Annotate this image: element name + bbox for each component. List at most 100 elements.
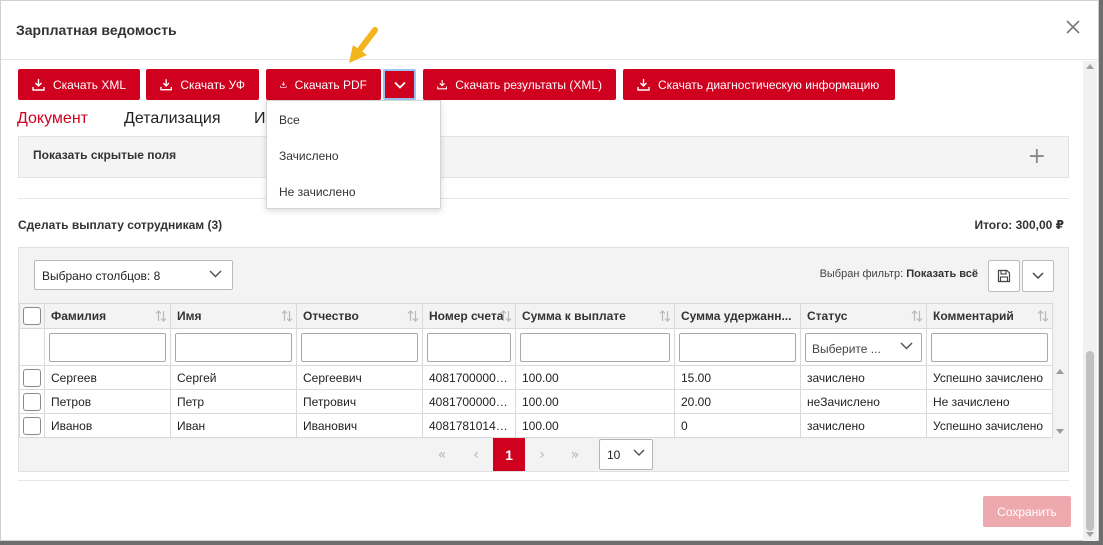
column-label: Имя bbox=[177, 309, 202, 323]
column-header-firstname[interactable]: Имя bbox=[170, 303, 297, 329]
download-results-button[interactable]: Скачать результаты (XML) bbox=[423, 69, 616, 100]
scrollbar-thumb[interactable] bbox=[1086, 351, 1094, 531]
table-cell: Сергей bbox=[170, 365, 297, 390]
column-label: Комментарий bbox=[933, 309, 1014, 323]
column-header-withheld[interactable]: Сумма удержанн... bbox=[674, 303, 801, 329]
next-page-button[interactable]: › bbox=[526, 438, 558, 471]
download-xml-button[interactable]: Скачать XML bbox=[18, 69, 140, 100]
column-label: Фамилия bbox=[51, 309, 107, 323]
table-cell: зачислено bbox=[800, 413, 927, 438]
table-cell: 0 bbox=[674, 413, 801, 438]
patronymic-filter-input[interactable] bbox=[301, 332, 418, 362]
account-filter-input[interactable] bbox=[427, 332, 511, 362]
column-header-lastname[interactable]: Фамилия bbox=[44, 303, 171, 329]
payment-title: Сделать выплату сотрудникам (3) bbox=[18, 218, 223, 232]
grid-scrollbar[interactable] bbox=[1053, 365, 1067, 437]
dialog-header: Зарплатная ведомость bbox=[1, 1, 1098, 60]
column-header-account[interactable]: Номер счета bbox=[422, 303, 516, 329]
table-cell: 20.00 bbox=[674, 389, 801, 414]
close-icon[interactable] bbox=[1064, 18, 1082, 36]
sort-icon[interactable] bbox=[659, 309, 671, 323]
row-checkbox[interactable] bbox=[23, 392, 41, 411]
row-checkbox[interactable] bbox=[23, 416, 41, 435]
table-cell: 40817810140... bbox=[422, 413, 516, 438]
filter-menu-button[interactable] bbox=[1022, 260, 1054, 292]
status-filter-select[interactable]: Выберите ... bbox=[805, 332, 922, 362]
last-page-button[interactable]: » bbox=[559, 438, 591, 471]
save-button[interactable]: Сохранить bbox=[983, 496, 1071, 527]
dialog-scrollbar[interactable] bbox=[1083, 61, 1097, 541]
scroll-down-icon[interactable] bbox=[1086, 532, 1094, 537]
menu-item-credited[interactable]: Зачислено bbox=[279, 149, 339, 163]
tab-document[interactable]: Документ bbox=[17, 110, 88, 128]
sort-icon[interactable] bbox=[1037, 309, 1049, 323]
download-diag-button[interactable]: Скачать диагностическую информацию bbox=[623, 69, 895, 100]
dialog-title: Зарплатная ведомость bbox=[16, 22, 177, 38]
select-all-cell bbox=[19, 303, 45, 329]
row-checkbox[interactable] bbox=[23, 368, 41, 387]
menu-item-not-credited[interactable]: Не зачислено bbox=[279, 185, 356, 199]
filter-cell bbox=[926, 328, 1053, 366]
download-pdf-label: Скачать PDF bbox=[294, 77, 367, 92]
scroll-up-icon[interactable] bbox=[1056, 369, 1064, 374]
select-all-checkbox[interactable] bbox=[23, 307, 41, 325]
pdf-options-toggle[interactable] bbox=[383, 69, 416, 100]
page-button-current[interactable]: 1 bbox=[493, 438, 525, 471]
tab-third[interactable]: И bbox=[254, 110, 266, 128]
download-uf-button[interactable]: Скачать УФ bbox=[146, 69, 259, 100]
lastname-filter-input[interactable] bbox=[49, 332, 166, 362]
plus-icon[interactable]: + bbox=[1028, 144, 1046, 169]
column-header-comment[interactable]: Комментарий bbox=[926, 303, 1053, 329]
table-cell: Не зачислено bbox=[926, 389, 1053, 414]
sort-icon[interactable] bbox=[281, 309, 293, 323]
save-filter-button[interactable] bbox=[988, 260, 1020, 292]
column-label: Отчество bbox=[303, 309, 359, 323]
table-cell: 40817000000... bbox=[422, 365, 516, 390]
row-select-cell bbox=[19, 413, 45, 438]
data-table: Фамилия Имя Отчество Номер счета Сумма к… bbox=[19, 303, 1053, 438]
column-label: Сумма к выплате bbox=[522, 309, 626, 323]
table-row[interactable]: Сергеев Сергей Сергеевич 40817000000... … bbox=[19, 365, 1053, 390]
sort-icon[interactable] bbox=[500, 309, 512, 323]
hidden-fields-label: Показать скрытые поля bbox=[33, 148, 177, 162]
filter-cell: Выберите ... bbox=[800, 328, 927, 366]
column-label: Сумма удержанн... bbox=[681, 309, 792, 323]
table-row[interactable]: Иванов Иван Иванович 40817810140... 100.… bbox=[19, 413, 1053, 438]
sort-icon[interactable] bbox=[911, 309, 923, 323]
prev-page-button[interactable]: ‹ bbox=[460, 438, 492, 471]
comment-filter-input[interactable] bbox=[931, 332, 1048, 362]
download-xml-label: Скачать XML bbox=[52, 77, 126, 92]
table-row[interactable]: Петров Петр Петрович 40817000000... 100.… bbox=[19, 389, 1053, 414]
sort-icon[interactable] bbox=[155, 309, 167, 323]
column-header-status[interactable]: Статус bbox=[800, 303, 927, 329]
column-header-patronymic[interactable]: Отчество bbox=[296, 303, 423, 329]
chevron-down-icon bbox=[633, 449, 645, 457]
table-cell: 15.00 bbox=[674, 365, 801, 390]
column-header-amount[interactable]: Сумма к выплате bbox=[515, 303, 675, 329]
pointer-arrow-icon bbox=[349, 27, 378, 63]
floppy-icon bbox=[997, 269, 1011, 283]
chevron-down-icon bbox=[900, 341, 913, 350]
filter-cell bbox=[19, 328, 45, 366]
menu-item-all[interactable]: Все bbox=[279, 113, 300, 127]
table-cell: 40817000000... bbox=[422, 389, 516, 414]
table-cell: Успешно зачислено bbox=[926, 413, 1053, 438]
tab-details[interactable]: Детализация bbox=[124, 110, 221, 128]
amount-filter-input[interactable] bbox=[520, 332, 670, 362]
first-page-button[interactable]: « bbox=[426, 438, 458, 471]
firstname-filter-input[interactable] bbox=[175, 332, 292, 362]
hidden-fields-panel[interactable]: Показать скрытые поля + bbox=[18, 136, 1069, 178]
filter-label: Выбран фильтр: bbox=[819, 268, 904, 280]
scroll-down-icon[interactable] bbox=[1056, 429, 1064, 434]
withheld-filter-input[interactable] bbox=[679, 332, 796, 362]
pagination: « ‹ 1 › » 10 bbox=[19, 438, 1068, 471]
download-icon bbox=[637, 79, 650, 91]
sort-icon[interactable] bbox=[407, 309, 419, 323]
page-size-select[interactable]: 10 bbox=[599, 439, 653, 470]
download-pdf-button[interactable]: Скачать PDF bbox=[266, 69, 381, 100]
filter-value: Показать всё bbox=[906, 268, 978, 280]
scroll-up-icon[interactable] bbox=[1086, 64, 1094, 69]
download-icon bbox=[160, 79, 173, 91]
table-cell: Иван bbox=[170, 413, 297, 438]
columns-select[interactable]: Выбрано столбцов: 8 bbox=[34, 260, 233, 290]
